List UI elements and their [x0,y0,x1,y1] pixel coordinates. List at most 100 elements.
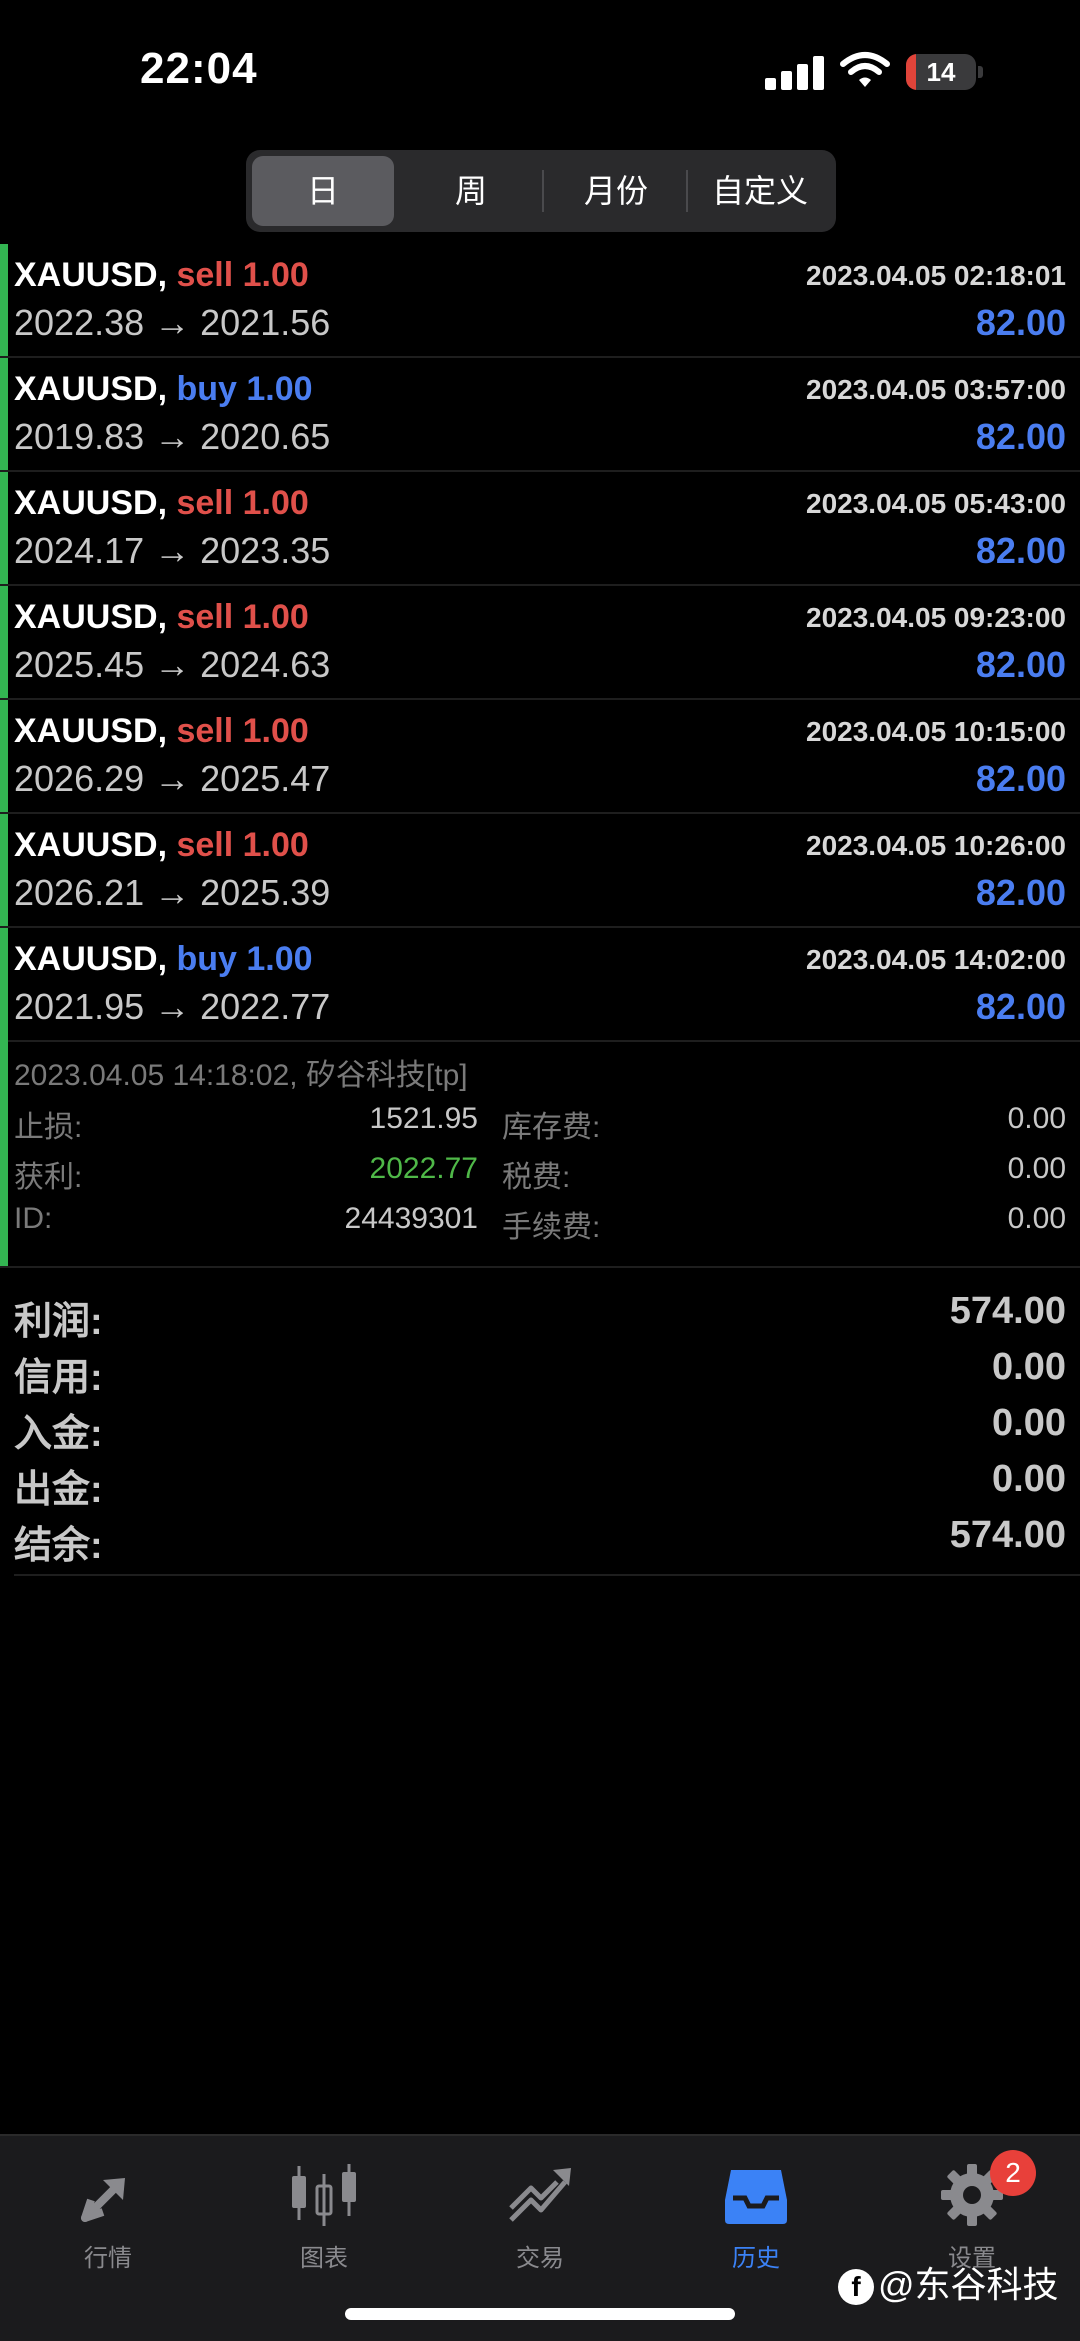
trade-time: 2023.04.05 10:26:00 [806,830,1066,861]
trade-prices: 2019.83 → 2020.65 [14,416,331,457]
trade-side: sell 1.00 [176,712,309,750]
trade-row[interactable]: XAUUSD, sell 1.00 2023.04.05 10:26:00 2026… [0,814,1080,928]
row-accent-bar [0,472,8,584]
swap-value: 0.00 [1007,1102,1066,1135]
summary-value: 0.00 [992,1402,1066,1444]
period-tabs: 日 周 月份 自定义 [246,150,836,232]
trade-side: sell 1.00 [176,826,309,864]
symbol-name: XAUUSD, [14,370,168,408]
commission-value: 0.00 [1007,1202,1066,1235]
trade-time: 2023.04.05 05:43:00 [806,488,1066,519]
swap-label: 库存费: [502,1111,601,1144]
battery-indicator: 14 [906,54,984,90]
row-accent-bar [0,358,8,470]
symbol-name: XAUUSD, [14,256,168,294]
battery-percent: 14 [926,57,956,87]
symbol-name: XAUUSD, [14,940,168,978]
trade-row[interactable]: XAUUSD, sell 1.00 2023.04.05 09:23:00 2025… [0,586,1080,700]
commission-label: 手续费: [502,1211,601,1244]
trade-side: sell 1.00 [176,484,309,522]
trade-prices: 2021.95 → 2022.77 [14,986,331,1027]
trade-time: 2023.04.05 09:23:00 [806,602,1066,633]
nav-label: 交易 [516,2245,564,2272]
trade-side: sell 1.00 [176,256,309,294]
quotes-icon [81,2178,125,2222]
nav-label: 历史 [732,2245,780,2272]
trade-row[interactable]: XAUUSD, sell 1.00 2023.04.05 10:15:00 2026… [0,700,1080,814]
trade-side: sell 1.00 [176,598,309,636]
watermark-text: @东谷科技 [878,2264,1059,2305]
tab-divider [686,170,688,212]
tab-day[interactable]: 日 [252,156,394,226]
stop-loss-label: 止损: [14,1111,83,1144]
row-accent-bar [0,928,8,1040]
tax-value: 0.00 [1007,1152,1066,1185]
trade-history-list: XAUUSD, sell 1.00 2023.04.05 02:18:01 2022… [0,244,1080,1268]
trade-profit: 82.00 [975,872,1066,913]
summary-value: 574.00 [949,1290,1066,1332]
nav-history[interactable]: 历史 [676,2150,836,2272]
order-id-value: 24439301 [344,1202,478,1235]
history-icon [725,2170,787,2224]
trade-row[interactable]: XAUUSD, buy 1.00 2023.04.05 14:02:00 2021.… [0,928,1080,1042]
trade-prices: 2024.17 → 2023.35 [14,530,331,571]
tax-label: 税费: [502,1161,571,1194]
trade-prices: 2025.45 → 2024.63 [14,644,331,685]
trade-row[interactable]: XAUUSD, sell 1.00 2023.04.05 02:18:01 2022… [0,244,1080,358]
trade-row[interactable]: XAUUSD, buy 1.00 2023.04.05 03:57:00 2019.… [0,358,1080,472]
trade-profit: 82.00 [975,986,1066,1027]
tab-week[interactable]: 周 [400,156,542,226]
tab-custom[interactable]: 自定义 [690,156,830,226]
symbol-name: XAUUSD, [14,712,168,750]
take-profit-label: 获利: [14,1161,83,1194]
trade-detail-panel[interactable]: 2023.04.05 14:18:02, 矽谷科技[tp] 止损: 1521.9… [0,1040,1080,1268]
summary-profit: 利润: 574.00 [14,1290,1066,1346]
trade-profit: 82.00 [975,644,1066,685]
status-time: 22:04 [140,44,258,93]
trade-time: 2023.04.05 03:57:00 [806,374,1066,405]
summary-label: 信用: [14,1357,103,1399]
symbol-name: XAUUSD, [14,826,168,864]
trade-symbol: XAUUSD, sell 1.00 [14,826,309,865]
status-bar: 22:04 14 [0,0,1080,140]
summary-label: 出金: [14,1469,103,1511]
symbol-name: XAUUSD, [14,484,168,522]
trade-prices: 2026.29 → 2025.47 [14,758,331,799]
trade-symbol: XAUUSD, buy 1.00 [14,370,313,409]
nav-quotes[interactable]: 行情 [28,2150,188,2272]
trade-symbol: XAUUSD, sell 1.00 [14,256,309,295]
watermark: f @东谷科技 [838,2256,1059,2308]
nav-trade[interactable]: 交易 [460,2150,620,2272]
trade-profit: 82.00 [975,302,1066,343]
trade-profit: 82.00 [975,416,1066,457]
trade-symbol: XAUUSD, sell 1.00 [14,484,309,523]
trade-symbol: XAUUSD, sell 1.00 [14,598,309,637]
trade-row[interactable]: XAUUSD, sell 1.00 2023.04.05 05:43:00 2024… [0,472,1080,586]
take-profit-value: 2022.77 [369,1152,478,1185]
settings-notification-badge: 2 [990,2150,1036,2196]
summary-withdrawal: 出金: 0.00 [14,1458,1066,1514]
summary-credit: 信用: 0.00 [14,1346,1066,1402]
trade-profit: 82.00 [975,530,1066,571]
home-indicator[interactable] [345,2308,735,2320]
nav-label: 图表 [300,2245,348,2272]
row-accent-bar [0,586,8,698]
summary-balance: 结余: 574.00 [14,1514,1066,1570]
trade-symbol: XAUUSD, buy 1.00 [14,940,313,979]
cellular-signal-icon [765,56,825,90]
nav-label: 行情 [84,2245,132,2272]
close-info: 2023.04.05 14:18:02, 矽谷科技[tp] [14,1059,468,1092]
wifi-icon [840,52,890,87]
summary-label: 入金: [14,1413,103,1455]
row-accent-bar [0,1040,8,1266]
symbol-name: XAUUSD, [14,598,168,636]
tab-month[interactable]: 月份 [546,156,686,226]
summary-value: 0.00 [992,1458,1066,1500]
nav-chart[interactable]: 图表 [244,2150,404,2272]
trade-symbol: XAUUSD, sell 1.00 [14,712,309,751]
stop-loss-value: 1521.95 [369,1102,478,1135]
summary-label: 利润: [14,1301,103,1343]
trade-prices: 2022.38 → 2021.56 [14,302,331,343]
order-id-label: ID: [14,1202,53,1235]
trade-time: 2023.04.05 02:18:01 [806,260,1066,291]
